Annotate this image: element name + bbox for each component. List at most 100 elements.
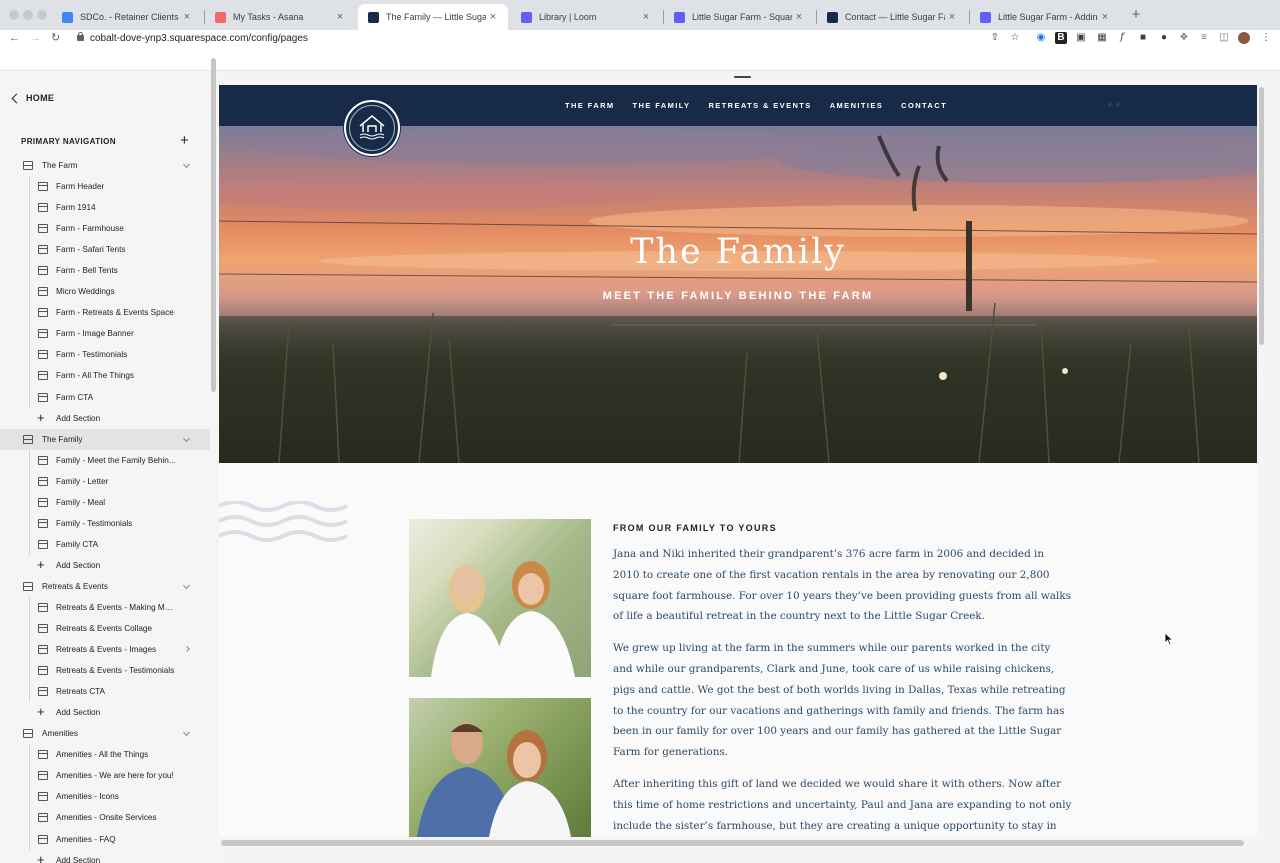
plus-icon: + xyxy=(37,556,45,572)
tab-favicon-icon xyxy=(674,11,685,23)
browser-tab[interactable]: Little Sugar Farm - Squarespa× xyxy=(664,4,814,30)
home-back-button[interactable]: HOME xyxy=(11,93,54,104)
add-page-plus-icon[interactable]: + xyxy=(180,133,189,148)
nav-folder-item[interactable]: Retreats & Events xyxy=(0,576,210,597)
tab-close-icon[interactable]: × xyxy=(1098,11,1112,23)
nav-page-item[interactable]: Family - Testimonials xyxy=(0,512,210,534)
chevron-down-icon[interactable] xyxy=(182,729,191,737)
video-icon[interactable]: ■ xyxy=(1137,32,1149,44)
nav-page-item[interactable]: Farm Header xyxy=(0,176,210,198)
browser-tab[interactable]: Contact — Little Sugar Farm -× xyxy=(817,4,967,30)
nav-page-item[interactable]: Amenities - Onsite Services xyxy=(0,807,210,829)
extensions-puzzle-icon[interactable]: ❖ xyxy=(1178,32,1190,44)
sidebar-scrollbar[interactable] xyxy=(211,58,216,392)
social-icons[interactable]: ● ● xyxy=(1107,99,1120,109)
nav-page-item[interactable]: Family - Meal xyxy=(0,491,210,513)
nav-page-item[interactable]: Retreats & Events - Images xyxy=(0,639,210,661)
add-section-label: Add Section xyxy=(56,708,101,718)
preview-horizontal-scrollbar[interactable] xyxy=(221,840,1244,846)
tab-close-icon[interactable]: × xyxy=(180,11,194,23)
add-section-button[interactable]: + Add Section xyxy=(0,702,210,723)
nav-page-item[interactable]: Retreats CTA xyxy=(0,681,210,703)
share-icon[interactable]: ⇧ xyxy=(989,32,1001,44)
more-menu-icon[interactable]: ⋮ xyxy=(1260,32,1272,44)
site-logo[interactable] xyxy=(344,100,400,156)
add-section-button[interactable]: + Add Section xyxy=(0,850,210,863)
nav-page-item[interactable]: Farm - Bell Tents xyxy=(0,260,210,282)
page-icon xyxy=(38,645,48,655)
tree-line xyxy=(29,323,30,345)
nav-page-item[interactable]: Farm 1914 xyxy=(0,197,210,219)
nav-page-item[interactable]: Family - Letter xyxy=(0,470,210,492)
chevron-down-icon[interactable] xyxy=(182,581,191,589)
nav-page-item[interactable]: Farm CTA xyxy=(0,386,210,408)
window-zoom-button[interactable] xyxy=(37,10,47,20)
page-icon xyxy=(38,182,48,192)
nav-page-item[interactable]: Farm - Image Banner xyxy=(0,323,210,345)
camera-icon[interactable]: ▣ xyxy=(1075,32,1087,44)
new-tab-button[interactable]: + xyxy=(1128,7,1144,23)
extension-b-icon[interactable]: B xyxy=(1055,32,1067,44)
nav-page-item[interactable]: Farm - All The Things xyxy=(0,365,210,387)
nav-page-item[interactable]: Amenities - We are here for you! xyxy=(0,765,210,787)
story-paragraph: After inheriting this gift of land we de… xyxy=(613,777,1072,832)
nav-page-item[interactable]: Farm - Testimonials xyxy=(0,344,210,366)
forward-arrow-icon[interactable]: → xyxy=(30,32,41,45)
folder-icon xyxy=(23,581,33,591)
back-arrow-icon[interactable]: ← xyxy=(9,32,20,45)
nav-page-item[interactable]: Amenities - All the Things xyxy=(0,744,210,766)
side-panel-icon[interactable]: ◫ xyxy=(1218,32,1230,44)
site-nav-link[interactable]: THE FARM xyxy=(565,101,615,110)
tab-close-icon[interactable]: × xyxy=(333,11,347,23)
nav-page-item[interactable]: Amenities - Icons xyxy=(0,786,210,808)
nav-page-label: Amenities - Onsite Services xyxy=(56,813,157,823)
address-bar[interactable]: cobalt-dove-ynp3.squarespace.com/config/… xyxy=(72,31,1032,46)
site-nav-link[interactable]: RETREATS & EVENTS xyxy=(708,101,811,110)
chevron-down-icon[interactable] xyxy=(182,160,191,169)
tab-close-icon[interactable]: × xyxy=(792,11,806,23)
nav-page-item[interactable]: Micro Weddings xyxy=(0,281,210,303)
reading-list-icon[interactable]: ≡ xyxy=(1198,32,1210,44)
nav-page-item[interactable]: Farm - Safari Tents xyxy=(0,239,210,261)
extension-globe-icon[interactable]: ◉ xyxy=(1035,32,1047,44)
nav-page-item[interactable]: Farm - Farmhouse xyxy=(0,218,210,240)
tab-close-icon[interactable]: × xyxy=(639,11,653,23)
nav-page-item[interactable]: Amenities - FAQ xyxy=(0,828,210,850)
browser-tab[interactable]: Library | Loom × xyxy=(511,4,661,30)
nav-page-item[interactable]: Retreats & Events - Testimonials xyxy=(0,660,210,682)
browser-tab[interactable]: My Tasks - Asana × xyxy=(205,4,355,30)
nav-folder-item[interactable]: The Family xyxy=(0,428,210,450)
tree-line xyxy=(29,639,30,661)
nav-page-item[interactable]: Retreats & Events - Making Me... xyxy=(0,596,210,619)
nav-folder-item[interactable]: The Farm xyxy=(0,155,210,176)
apps-grid-icon[interactable]: ▦ xyxy=(1096,32,1108,44)
window-minimize-button[interactable] xyxy=(23,10,33,20)
nav-page-label: Family - Letter xyxy=(56,476,109,486)
nav-page-item[interactable]: Farm - Retreats & Events Space xyxy=(0,302,210,324)
tab-favicon-icon xyxy=(62,11,73,23)
nav-page-item[interactable]: Retreats & Events Collage xyxy=(0,618,210,640)
nav-folder-item[interactable]: Amenities xyxy=(0,723,210,744)
bookmark-star-icon[interactable]: ☆ xyxy=(1009,32,1021,44)
site-nav-link[interactable]: CONTACT xyxy=(901,101,947,110)
add-section-button[interactable]: + Add Section xyxy=(0,408,210,429)
chevron-down-icon[interactable] xyxy=(182,434,191,442)
chevron-right-icon[interactable] xyxy=(184,646,190,652)
preview-vertical-scrollbar[interactable] xyxy=(1259,87,1264,345)
tab-close-icon[interactable]: × xyxy=(945,11,959,23)
nav-page-item[interactable]: Family CTA xyxy=(0,533,210,555)
browser-tab[interactable]: Little Sugar Farm - Adding/Edi× xyxy=(970,4,1120,30)
record-icon[interactable]: ● xyxy=(1158,32,1170,44)
nav-page-item[interactable]: Family - Meet the Family Behin... xyxy=(0,449,210,471)
drag-handle[interactable] xyxy=(734,76,751,78)
extension-f-icon[interactable]: f xyxy=(1116,32,1128,44)
window-close-button[interactable] xyxy=(9,10,19,20)
tab-close-icon[interactable]: × xyxy=(486,11,500,23)
add-section-button[interactable]: + Add Section xyxy=(0,555,210,576)
browser-tab[interactable]: SDCo. - Retainer Clients - Goo× xyxy=(52,4,202,30)
site-nav-link[interactable]: THE FAMILY xyxy=(633,101,691,110)
profile-avatar[interactable] xyxy=(1238,32,1250,44)
site-nav-link[interactable]: AMENITIES xyxy=(830,101,883,110)
reload-icon[interactable]: ↻ xyxy=(51,32,60,45)
browser-tab[interactable]: The Family — Little Sugar Farm× xyxy=(358,4,508,30)
